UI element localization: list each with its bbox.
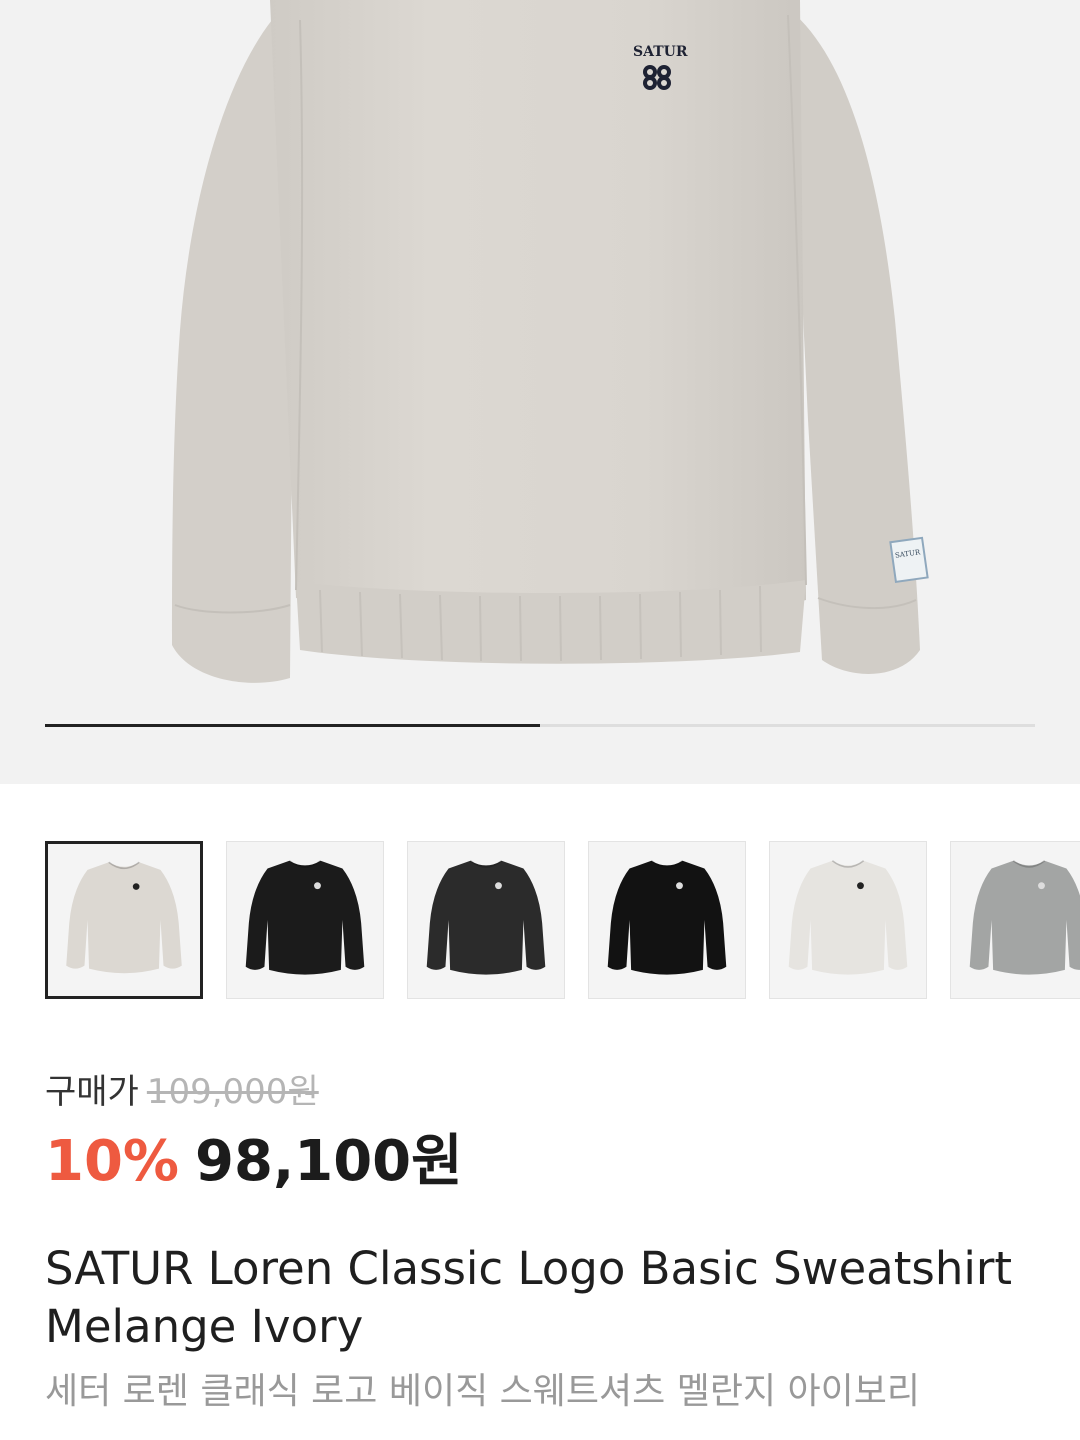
thumbnail-sweatshirt-image — [969, 860, 1080, 975]
product-title-korean: 세터 로렌 클래식 로고 베이직 스웨트셔츠 멜란지 아이보리 — [45, 1371, 920, 1412]
sale-price-row: 10% 98,100원 — [45, 1116, 463, 1197]
thumbnail-sweatshirt-image — [607, 860, 727, 975]
gallery-progress-fill — [45, 724, 540, 727]
product-thumbnail[interactable] — [226, 841, 384, 999]
thumbnail-sweatshirt-image — [788, 860, 908, 975]
thumbnail-sweatshirt-image — [66, 861, 182, 974]
final-price: 98,100원 — [195, 1129, 463, 1194]
price-row-label: 구매가 109,000원 — [45, 1064, 319, 1113]
chest-logo-text: SATUR — [633, 44, 688, 60]
thumbnail-sweatshirt-image — [426, 860, 546, 975]
product-thumbnail[interactable] — [407, 841, 565, 999]
product-main-image[interactable]: SATUR SATUR — [0, 0, 1080, 784]
thumbnail-sweatshirt-image — [245, 860, 365, 975]
product-thumbnail[interactable] — [45, 841, 203, 999]
price-label: 구매가 — [45, 1072, 139, 1112]
discount-rate: 10% — [45, 1129, 180, 1194]
sweatshirt-illustration — [172, 0, 929, 683]
thumbnail-strip[interactable] — [45, 841, 1080, 999]
gallery-progress-bar — [45, 724, 1035, 727]
product-title: SATUR Loren Classic Logo Basic Sweatshir… — [45, 1242, 1012, 1353]
product-thumbnail[interactable] — [588, 841, 746, 999]
product-thumbnail[interactable] — [950, 841, 1080, 999]
original-price: 109,000원 — [146, 1072, 319, 1112]
product-thumbnail[interactable] — [769, 841, 927, 999]
